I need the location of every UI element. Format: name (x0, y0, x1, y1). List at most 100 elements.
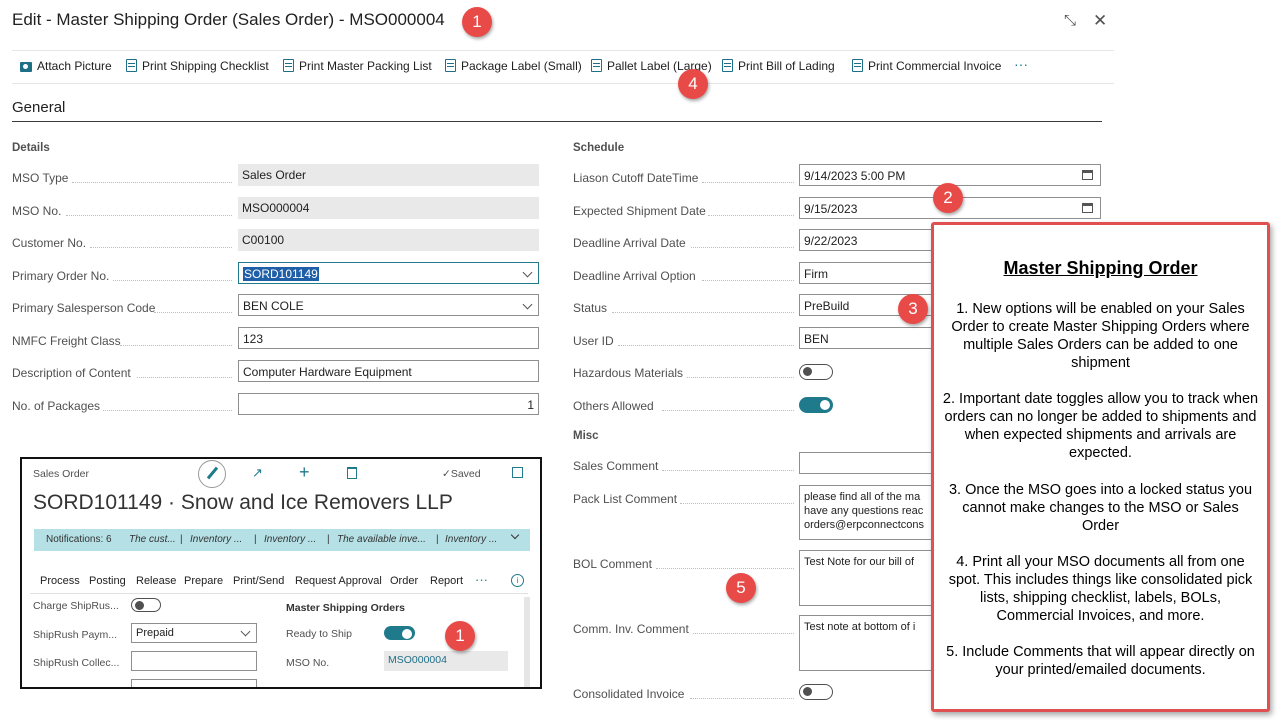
more-actions-button[interactable]: ··· (1014, 56, 1028, 72)
callout-point-1: 1. New options will be enabled on your S… (951, 301, 1250, 371)
inset-mso-no-link[interactable]: MSO000004 (384, 651, 508, 671)
field-label: Status (573, 301, 608, 315)
leader-dots (702, 280, 794, 281)
comm-inv-comment-field[interactable]: Test note at bottom of i (799, 615, 934, 671)
print-doc-icon (591, 59, 602, 72)
notification-bar[interactable]: Notifications: 6 The cust... | Inventory… (34, 529, 530, 551)
mso-no-field: MSO000004 (238, 197, 539, 219)
info-callout: Master Shipping Order 1. New options wil… (931, 222, 1270, 712)
picture-icon (20, 62, 32, 72)
leader-dots (662, 470, 794, 471)
trash-icon[interactable] (347, 467, 357, 479)
edit-pencil-icon[interactable] (198, 460, 226, 488)
deadline-arrival-option-field[interactable]: Firm (799, 262, 934, 284)
calendar-icon[interactable] (1082, 203, 1093, 213)
shiprush-payment-select[interactable]: Prepaid (131, 623, 257, 643)
menu-prepare[interactable]: Prepare (184, 575, 223, 587)
chevron-down-icon[interactable] (240, 626, 251, 637)
mso-type-field: Sales Order (238, 164, 539, 186)
collapse-arrows-icon[interactable]: ⤡ (1064, 12, 1076, 29)
step-badge-5: 5 (726, 573, 756, 603)
field-label: Sales Comment (573, 459, 659, 473)
field-label: BOL Comment (573, 557, 652, 571)
schedule-group-title: Schedule (573, 142, 625, 154)
package-label-small-button[interactable]: Package Label (Small) (445, 59, 582, 73)
step-badge-3: 3 (898, 294, 928, 324)
others-allowed-toggle[interactable] (799, 397, 833, 413)
menu-process[interactable]: Process (40, 575, 80, 587)
inset-field[interactable] (131, 679, 257, 687)
calendar-icon[interactable] (1082, 170, 1093, 180)
leader-dots (680, 503, 794, 504)
consolidated-invoice-toggle[interactable] (799, 684, 833, 700)
shiprush-collect-field[interactable] (131, 651, 257, 671)
page-title: Edit - Master Shipping Order (Sales Orde… (12, 10, 445, 29)
plus-icon[interactable]: + (299, 462, 310, 483)
pack-list-comment-field[interactable]: please find all of the ma have any quest… (799, 485, 934, 540)
field-label: ShipRush Collec... (33, 657, 120, 669)
share-icon[interactable]: ↗ (252, 465, 263, 481)
print-commercial-invoice-button[interactable]: Print Commercial Invoice (852, 59, 1001, 73)
leader-dots (693, 633, 794, 634)
notification-item[interactable]: Inventory ... (445, 534, 497, 545)
info-icon[interactable]: i (511, 574, 524, 587)
field-label: Ready to Ship (286, 628, 352, 640)
no-of-packages-field[interactable]: 1 (238, 393, 539, 415)
menu-release[interactable]: Release (136, 575, 176, 587)
general-section-title[interactable]: General (12, 99, 65, 116)
deadline-arrival-date-field[interactable]: 9/22/2023 (799, 229, 934, 251)
customer-no-field: C00100 (238, 229, 539, 251)
charge-shiprush-toggle[interactable] (131, 598, 161, 612)
chevron-down-icon[interactable] (522, 299, 533, 310)
user-id-field[interactable]: BEN (799, 327, 934, 349)
primary-salesperson-field[interactable]: BEN COLE (238, 294, 539, 316)
notification-separator: | (180, 534, 183, 545)
details-group-title: Details (12, 142, 50, 154)
leader-dots (103, 410, 232, 411)
inset-record-title: SORD101149 · Snow and Ice Removers LLP (33, 491, 453, 514)
check-icon: ✓ (442, 468, 451, 480)
leader-dots (113, 280, 232, 281)
notification-item[interactable]: Inventory ... (264, 534, 316, 545)
menu-request-approval[interactable]: Request Approval (295, 575, 382, 587)
print-bill-of-lading-button[interactable]: Print Bill of Lading (722, 59, 835, 73)
nmfc-freight-class-field[interactable]: 123 (238, 327, 539, 349)
field-label: MSO Type (12, 171, 69, 185)
primary-order-no-field[interactable]: SORD101149 (238, 262, 539, 284)
bol-comment-field[interactable]: Test Note for our bill of (799, 550, 934, 606)
saved-status: ✓Saved (442, 468, 481, 480)
notification-item[interactable]: The available inve... (337, 534, 426, 545)
leader-dots (662, 410, 794, 411)
sales-comment-field[interactable] (799, 452, 934, 474)
open-new-window-icon[interactable] (512, 467, 523, 478)
chevron-down-icon[interactable] (522, 267, 533, 278)
menu-order[interactable]: Order (390, 575, 418, 587)
ready-to-ship-toggle[interactable] (384, 626, 415, 640)
menu-print-send[interactable]: Print/Send (233, 575, 284, 587)
scrollbar[interactable] (524, 597, 530, 687)
print-master-packing-list-button[interactable]: Print Master Packing List (283, 59, 432, 73)
field-label: Expected Shipment Date (573, 204, 706, 218)
notification-separator: | (327, 534, 330, 545)
field-label: Pack List Comment (573, 492, 678, 506)
field-label: NMFC Freight Class (12, 334, 121, 348)
description-of-content-field[interactable]: Computer Hardware Equipment (238, 360, 539, 382)
leader-dots (708, 215, 794, 216)
menu-report[interactable]: Report (430, 575, 463, 587)
menu-posting[interactable]: Posting (89, 575, 126, 587)
print-doc-icon (445, 59, 456, 72)
attach-picture-button[interactable]: Attach Picture (20, 59, 112, 73)
chevron-down-icon[interactable] (510, 530, 520, 540)
divider (30, 593, 528, 594)
menu-more[interactable]: ··· (475, 572, 488, 587)
notification-item[interactable]: The cust... (129, 534, 176, 545)
notification-item[interactable]: Inventory ... (190, 534, 242, 545)
notification-count[interactable]: Notifications: 6 (46, 534, 112, 545)
step-badge-4: 4 (678, 69, 708, 99)
leader-dots (120, 345, 232, 346)
print-doc-icon (852, 59, 863, 72)
hazardous-materials-toggle[interactable] (799, 364, 833, 380)
close-icon[interactable]: ✕ (1093, 11, 1107, 31)
print-shipping-checklist-button[interactable]: Print Shipping Checklist (126, 59, 269, 73)
step-badge-2: 2 (933, 183, 963, 213)
